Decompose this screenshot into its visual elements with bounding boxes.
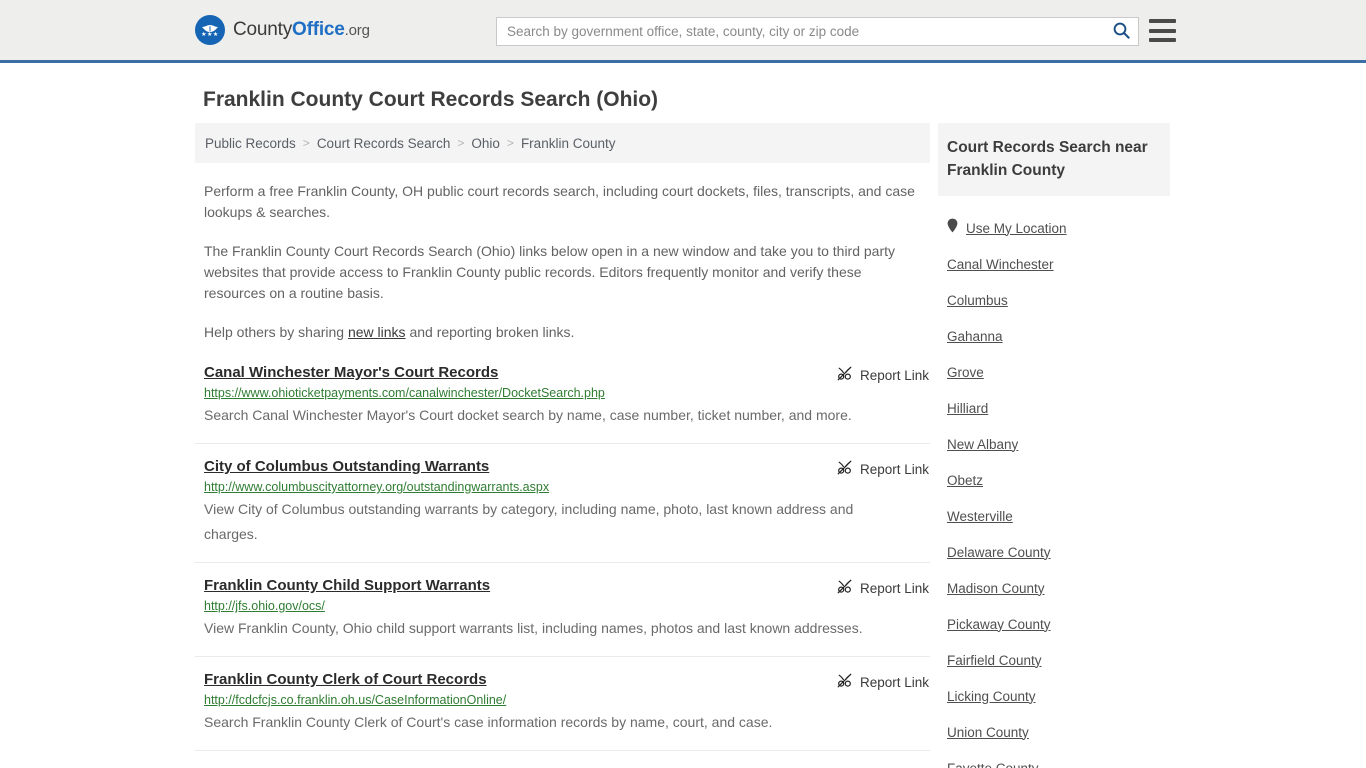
- search-button[interactable]: [1104, 18, 1138, 45]
- intro-paragraph-3: Help others by sharing new links and rep…: [204, 322, 918, 343]
- sidebar-links-list: Use My Location Canal Winchester Columbu…: [938, 210, 1170, 768]
- report-link-label: Report Link: [859, 367, 929, 383]
- result-title-link[interactable]: Franklin County Clerk of Court Records: [204, 671, 487, 688]
- sidebar-item-columbus[interactable]: Columbus: [938, 282, 1170, 318]
- eagle-shield-logo-icon: ★★★: [195, 15, 225, 45]
- intro-p3-after: and reporting broken links.: [405, 324, 575, 340]
- sidebar-item-new-albany[interactable]: New Albany: [938, 426, 1170, 462]
- sidebar-item-pickaway-county[interactable]: Pickaway County: [938, 606, 1170, 642]
- breadcrumb-item-ohio[interactable]: Ohio: [471, 136, 500, 151]
- result-description: Search Franklin County Clerk of Court's …: [204, 714, 773, 730]
- sidebar-link[interactable]: Licking County: [947, 689, 1036, 704]
- sidebar-item-delaware-county[interactable]: Delaware County: [938, 534, 1170, 570]
- sidebar-link[interactable]: Madison County: [947, 581, 1045, 596]
- new-links-link[interactable]: new links: [348, 324, 406, 340]
- intro-p3-before: Help others by sharing: [204, 324, 348, 340]
- map-pin-icon: [947, 218, 958, 238]
- sidebar-link[interactable]: Westerville: [947, 509, 1013, 524]
- sidebar-link[interactable]: Fayette County: [947, 761, 1039, 768]
- brand-wordmark: CountyOffice.org: [233, 19, 370, 41]
- sidebar-item-westerville[interactable]: Westerville: [938, 498, 1170, 534]
- hamburger-bar-1: [1149, 19, 1176, 23]
- sidebar-link[interactable]: New Albany: [947, 437, 1018, 452]
- breadcrumb-item-public-records[interactable]: Public Records: [205, 136, 296, 151]
- sidebar-link[interactable]: Canal Winchester: [947, 257, 1054, 272]
- result-title-link[interactable]: Canal Winchester Mayor's Court Records: [204, 364, 498, 381]
- sidebar-link[interactable]: Union County: [947, 725, 1029, 740]
- site-logo-link[interactable]: ★★★ CountyOffice.org: [195, 15, 370, 45]
- sidebar-item-fayette-county[interactable]: Fayette County: [938, 750, 1170, 768]
- main-content: Public Records > Court Records Search > …: [195, 123, 930, 765]
- logo-stars-icon: ★★★: [201, 31, 219, 38]
- result-title-link[interactable]: Franklin County Child Support Warrants: [204, 577, 490, 594]
- intro-paragraph-2: The Franklin County Court Records Search…: [204, 243, 896, 301]
- sidebar-link[interactable]: Delaware County: [947, 545, 1051, 560]
- sidebar-item-fairfield-county[interactable]: Fairfield County: [938, 642, 1170, 678]
- sidebar-heading: Court Records Search near Franklin Count…: [947, 139, 1148, 179]
- result-item: Franklin County Child Support Warrants R…: [195, 577, 930, 657]
- sidebar-link[interactable]: Hilliard: [947, 401, 988, 416]
- result-item: Canal Winchester Mayor's Court Records R…: [195, 364, 930, 444]
- sidebar-item-madison-county[interactable]: Madison County: [938, 570, 1170, 606]
- result-title-link[interactable]: City of Columbus Outstanding Warrants: [204, 458, 489, 475]
- sidebar-item-licking-county[interactable]: Licking County: [938, 678, 1170, 714]
- breadcrumb-separator: >: [506, 136, 514, 150]
- result-item: Franklin County Clerk of Court Records R…: [195, 671, 930, 751]
- result-description: View City of Columbus outstanding warran…: [204, 501, 854, 542]
- sidebar-item-gahanna[interactable]: Gahanna: [938, 318, 1170, 354]
- broken-link-icon: [837, 673, 852, 691]
- result-item: City of Columbus Outstanding Warrants Re…: [195, 458, 930, 563]
- sidebar-heading-panel: Court Records Search near Franklin Count…: [938, 123, 1170, 196]
- sidebar-link[interactable]: Obetz: [947, 473, 983, 488]
- breadcrumb-separator: >: [302, 136, 310, 150]
- hamburger-menu-button[interactable]: [1149, 19, 1176, 42]
- brand-org-text: .org: [344, 22, 370, 39]
- page-title: Franklin County Court Records Search (Oh…: [203, 88, 659, 111]
- sidebar-item-union-county[interactable]: Union County: [938, 714, 1170, 750]
- report-link-button[interactable]: Report Link: [837, 366, 929, 384]
- result-url[interactable]: http://jfs.ohio.gov/ocs/: [204, 599, 930, 613]
- hamburger-bar-3: [1149, 38, 1176, 42]
- broken-link-icon: [837, 460, 852, 478]
- result-url[interactable]: https://www.ohioticketpayments.com/canal…: [204, 386, 930, 400]
- breadcrumb-separator: >: [457, 136, 465, 150]
- broken-link-icon: [837, 366, 852, 384]
- sidebar-link[interactable]: Gahanna: [947, 329, 1003, 344]
- use-my-location-link[interactable]: Use My Location: [966, 221, 1067, 236]
- site-header: ★★★ CountyOffice.org: [0, 0, 1366, 63]
- report-link-label: Report Link: [859, 461, 929, 477]
- hamburger-bar-2: [1149, 28, 1176, 33]
- sidebar-item-use-my-location[interactable]: Use My Location: [938, 210, 1170, 246]
- sidebar-link[interactable]: Columbus: [947, 293, 1008, 308]
- report-link-label: Report Link: [859, 674, 929, 690]
- nearby-sidebar: Court Records Search near Franklin Count…: [938, 123, 1170, 768]
- intro-paragraph-1: Perform a free Franklin County, OH publi…: [204, 183, 915, 220]
- report-link-label: Report Link: [859, 580, 929, 596]
- breadcrumb-item-court-records-search[interactable]: Court Records Search: [317, 136, 451, 151]
- report-link-button[interactable]: Report Link: [837, 579, 929, 597]
- result-url[interactable]: http://fcdcfcjs.co.franklin.oh.us/CaseIn…: [204, 693, 930, 707]
- search-bar[interactable]: [496, 17, 1139, 46]
- intro-text: Perform a free Franklin County, OH publi…: [195, 181, 930, 343]
- search-input[interactable]: [497, 18, 1104, 45]
- report-link-button[interactable]: Report Link: [837, 460, 929, 478]
- broken-link-icon: [837, 579, 852, 597]
- sidebar-link[interactable]: Fairfield County: [947, 653, 1042, 668]
- brand-office-text: Office: [292, 19, 345, 40]
- sidebar-link[interactable]: Pickaway County: [947, 617, 1051, 632]
- report-link-button[interactable]: Report Link: [837, 673, 929, 691]
- sidebar-item-hilliard[interactable]: Hilliard: [938, 390, 1170, 426]
- sidebar-item-grove[interactable]: Grove: [938, 354, 1170, 390]
- brand-county-text: County: [233, 19, 293, 40]
- result-url[interactable]: http://www.columbuscityattorney.org/outs…: [204, 480, 930, 494]
- result-description: View Franklin County, Ohio child support…: [204, 620, 863, 636]
- breadcrumb-item-franklin-county[interactable]: Franklin County: [521, 136, 616, 151]
- sidebar-link[interactable]: Grove: [947, 365, 984, 380]
- result-description: Search Canal Winchester Mayor's Court do…: [204, 407, 852, 423]
- breadcrumb: Public Records > Court Records Search > …: [195, 123, 930, 163]
- results-list: Canal Winchester Mayor's Court Records R…: [195, 364, 930, 751]
- search-icon: [1113, 22, 1130, 42]
- sidebar-item-canal-winchester[interactable]: Canal Winchester: [938, 246, 1170, 282]
- sidebar-item-obetz[interactable]: Obetz: [938, 462, 1170, 498]
